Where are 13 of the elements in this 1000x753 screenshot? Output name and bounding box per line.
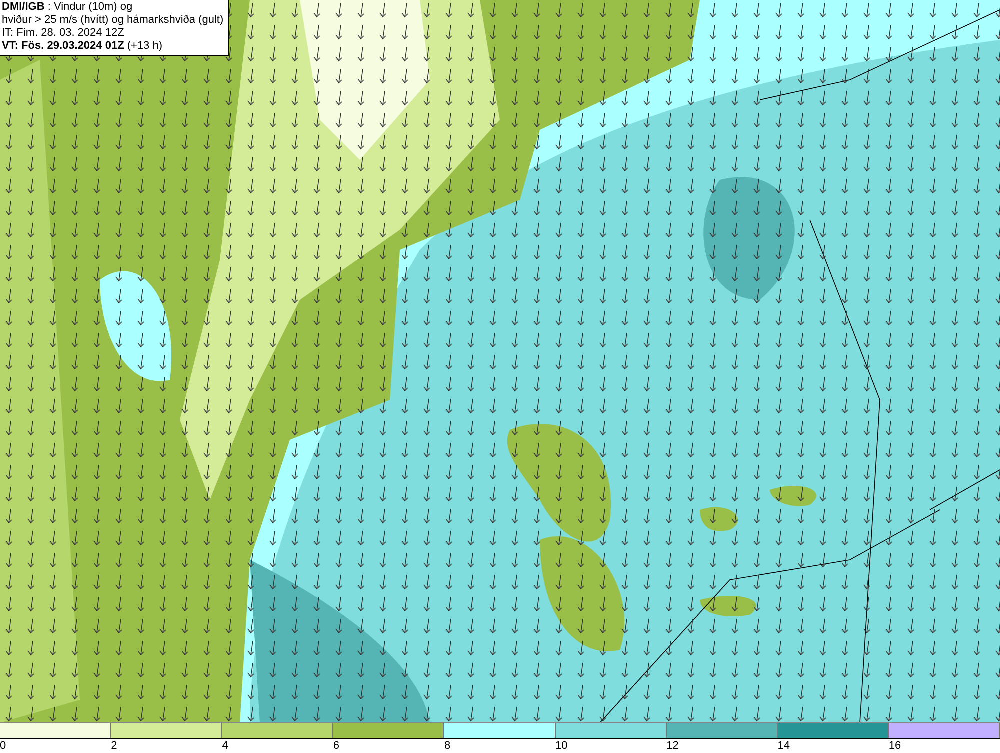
- caption-line: IT: Fim. 28. 03. 2024 12Z: [2, 27, 126, 40]
- caption-line: hviður > 25 m/s (hvítt) og hámarkshviða (gult): [2, 14, 224, 27]
- caption-line: DMI/IGB : Vindur (10m) og: [2, 1, 134, 14]
- caption-line: VT: Fös. 29.03.2024 01Z (+13 h): [2, 40, 164, 53]
- legend-label: 16: [888, 739, 902, 753]
- legend-label: 8: [444, 739, 451, 753]
- legend-label: 4: [222, 739, 228, 753]
- legend-label: 2: [111, 739, 118, 753]
- legend-label: 12: [666, 739, 679, 753]
- legend-label: 0: [0, 739, 6, 753]
- legend-label: 6: [333, 739, 340, 753]
- legend-label: 14: [778, 739, 790, 753]
- legend-label: 10: [556, 739, 568, 753]
